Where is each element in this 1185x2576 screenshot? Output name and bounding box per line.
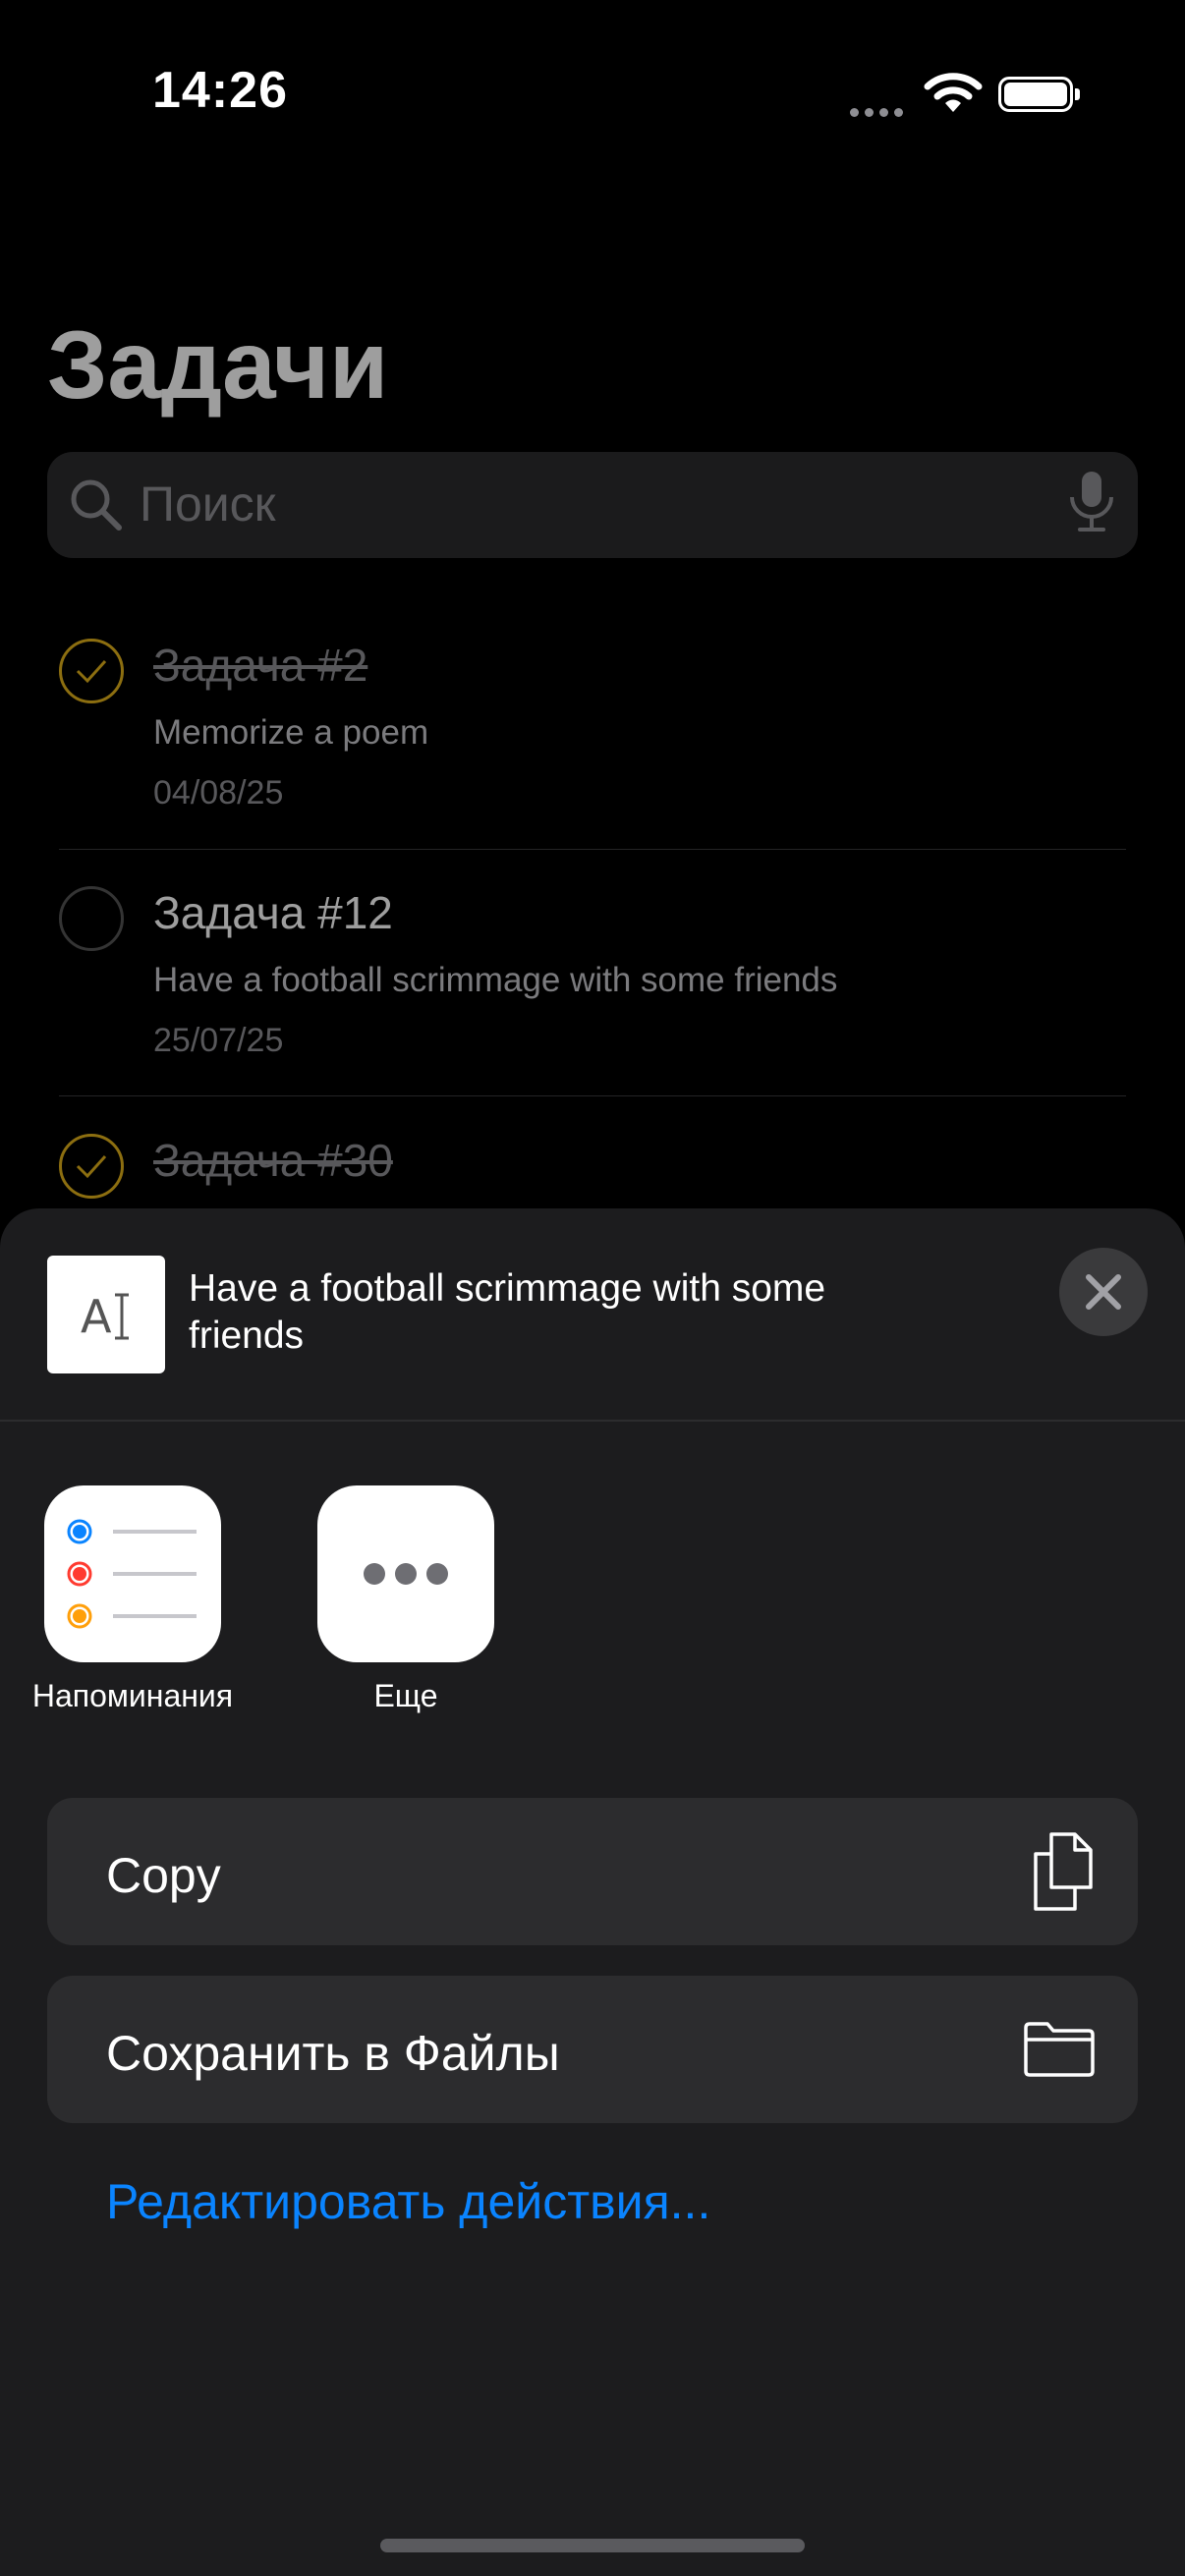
reminders-app-button[interactable] bbox=[44, 1485, 221, 1662]
battery-tip bbox=[1075, 88, 1080, 100]
status-time: 14:26 bbox=[152, 62, 288, 119]
more-apps-label: Еще bbox=[373, 1678, 438, 1713]
checkmark-icon bbox=[76, 1154, 107, 1179]
wifi-icon bbox=[924, 71, 983, 121]
task-date: 25/07/25 bbox=[153, 1022, 284, 1059]
checkmark-icon bbox=[76, 659, 107, 684]
svg-text:A: A bbox=[81, 1290, 112, 1343]
task-date: 04/08/25 bbox=[153, 774, 284, 812]
task-checkbox[interactable] bbox=[59, 639, 124, 703]
save-to-files-label: Сохранить в Файлы bbox=[106, 2026, 560, 2081]
divider bbox=[59, 1095, 1126, 1096]
close-icon bbox=[1086, 1274, 1121, 1310]
page-title: Задачи bbox=[47, 310, 389, 419]
more-apps-button[interactable] bbox=[317, 1485, 494, 1662]
task-description: Have a football scrimmage with some frie… bbox=[153, 961, 838, 999]
task-title[interactable]: Задача #12 bbox=[153, 886, 393, 939]
divider bbox=[0, 1420, 1185, 1422]
reminders-icon bbox=[67, 1519, 197, 1629]
reminders-app-label: Напоминания bbox=[31, 1678, 234, 1713]
task-checkbox[interactable] bbox=[59, 886, 124, 951]
copy-action-label: Copy bbox=[106, 1848, 221, 1903]
dynamic-island bbox=[408, 39, 776, 149]
cellular-signal-icon bbox=[850, 104, 909, 122]
search-icon bbox=[69, 477, 124, 537]
edit-actions-link[interactable]: Редактировать действия... bbox=[106, 2173, 710, 2230]
home-indicator[interactable] bbox=[380, 2539, 805, 2552]
copy-action-button[interactable]: Copy bbox=[47, 1798, 1138, 1945]
task-checkbox[interactable] bbox=[59, 1134, 124, 1199]
text-document-icon: A bbox=[47, 1256, 165, 1373]
microphone-icon[interactable] bbox=[1066, 470, 1117, 539]
save-to-files-action-button[interactable]: Сохранить в Файлы bbox=[47, 1976, 1138, 2123]
task-description: Memorize a poem bbox=[153, 713, 429, 752]
share-preview-text: Have a football scrimmage with some frie… bbox=[189, 1267, 826, 1357]
copy-icon bbox=[1034, 1832, 1093, 1911]
search-input[interactable]: Поиск bbox=[140, 476, 276, 532]
more-icon bbox=[364, 1563, 448, 1585]
battery-icon bbox=[998, 77, 1073, 112]
close-button[interactable] bbox=[1059, 1248, 1148, 1336]
task-title[interactable]: Задача #30 bbox=[153, 1134, 393, 1187]
divider bbox=[59, 849, 1126, 850]
folder-icon bbox=[1024, 2022, 1095, 2077]
task-title[interactable]: Задача #2 bbox=[153, 639, 367, 692]
